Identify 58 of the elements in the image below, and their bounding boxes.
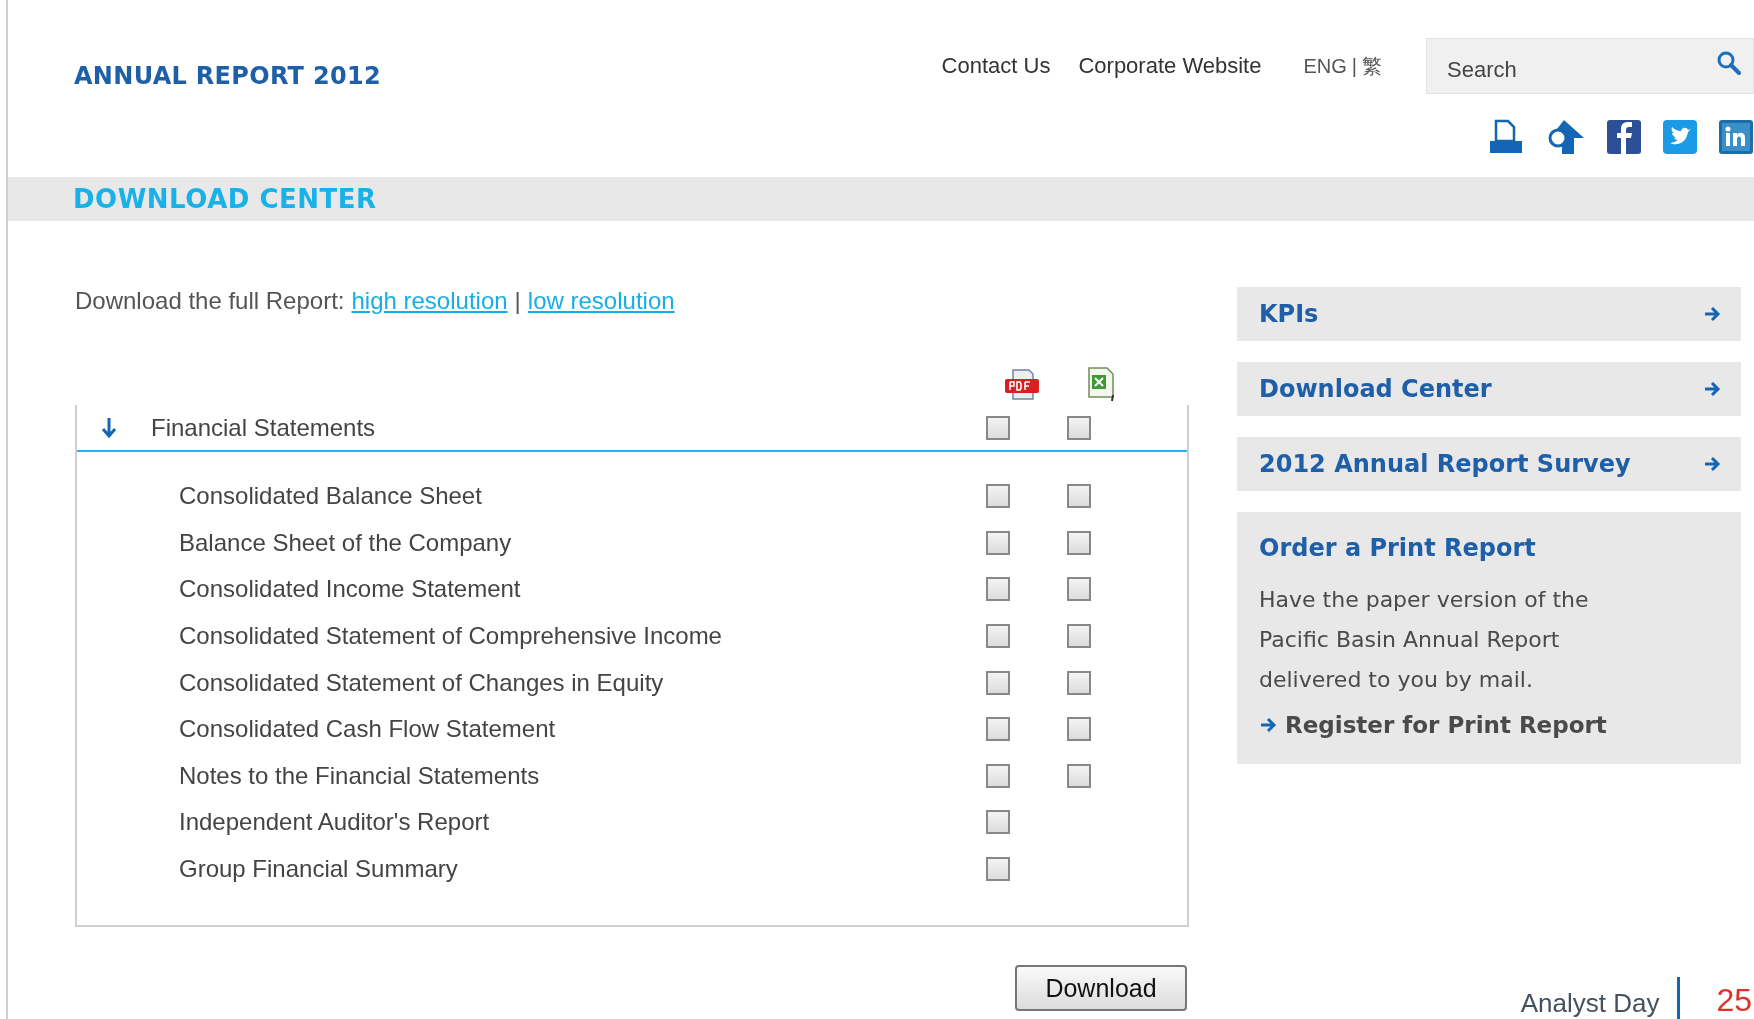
file-label: Group Financial Summary bbox=[179, 855, 459, 884]
excel-checkbox[interactable] bbox=[1066, 670, 1091, 695]
download-label: Download the full Report: bbox=[75, 287, 345, 315]
file-label: Consolidated Income Statement bbox=[179, 575, 522, 604]
link-separator: | bbox=[514, 287, 521, 315]
arrow-icon bbox=[1703, 380, 1721, 398]
pdf-checkbox[interactable] bbox=[985, 624, 1010, 649]
pdf-icon bbox=[1003, 369, 1041, 403]
arrow-icon bbox=[1703, 455, 1721, 473]
search-field[interactable]: Search bbox=[1426, 38, 1754, 94]
page-number: 25 bbox=[1716, 981, 1752, 1019]
linkedin-icon[interactable] bbox=[1718, 119, 1754, 155]
excel-checkbox[interactable] bbox=[1066, 624, 1091, 649]
file-label: Consolidated Statement of Comprehensive Income bbox=[179, 622, 723, 651]
excel-checkbox[interactable] bbox=[1066, 577, 1091, 602]
report-title[interactable]: ANNUAL REPORT 2012 bbox=[74, 62, 381, 177]
section-title: DOWNLOAD CENTER bbox=[73, 184, 377, 214]
group-label: Financial Statements bbox=[151, 413, 377, 442]
sidebar-link[interactable]: Download Center bbox=[1237, 362, 1741, 416]
register-link[interactable]: Register for Print Report bbox=[1285, 712, 1607, 738]
file-label: Consolidated Cash Flow Statement bbox=[179, 715, 557, 744]
language-separator: | bbox=[1351, 54, 1357, 78]
excel-checkbox[interactable] bbox=[1066, 717, 1091, 742]
pdf-checkbox[interactable] bbox=[985, 415, 1010, 440]
arrow-icon bbox=[1703, 305, 1721, 323]
excel-checkbox[interactable] bbox=[1066, 763, 1091, 788]
file-label: Consolidated Balance Sheet bbox=[179, 482, 483, 511]
pdf-checkbox[interactable] bbox=[985, 763, 1010, 788]
order-title[interactable]: Order a Print Report bbox=[1259, 534, 1719, 562]
pdf-checkbox[interactable] bbox=[985, 530, 1010, 555]
footer-label: Analyst Day bbox=[1520, 988, 1660, 1019]
file-label: Consolidated Statement of Changes in Equity bbox=[179, 668, 665, 697]
nav-link[interactable]: Contact Us bbox=[941, 53, 1051, 79]
search-icon[interactable] bbox=[1716, 50, 1742, 76]
pdf-checkbox[interactable] bbox=[985, 670, 1010, 695]
order-description: Have the paper version of the Pacific Basin Annual Report delivered to you by mail. bbox=[1259, 586, 1590, 694]
down-arrow-icon[interactable] bbox=[101, 416, 117, 439]
sidebar-link[interactable]: 2012 Annual Report Survey bbox=[1237, 437, 1741, 491]
pdf-checkbox[interactable] bbox=[985, 810, 1010, 835]
pdf-checkbox[interactable] bbox=[985, 484, 1010, 509]
file-label: Independent Auditor's Report bbox=[179, 808, 491, 837]
pdf-checkbox[interactable] bbox=[985, 857, 1010, 882]
excel-checkbox[interactable] bbox=[1066, 415, 1091, 440]
file-label: Balance Sheet of the Company bbox=[179, 528, 513, 557]
pdf-checkbox[interactable] bbox=[985, 577, 1010, 602]
language-link[interactable]: ENG bbox=[1303, 54, 1347, 78]
arrow-icon bbox=[1259, 716, 1277, 734]
file-label: Notes to the Financial Statements bbox=[179, 761, 541, 790]
language-link[interactable]: 繁 bbox=[1362, 52, 1382, 80]
facebook-icon[interactable] bbox=[1606, 119, 1642, 155]
download-button[interactable]: Download bbox=[1015, 965, 1187, 1011]
twitter-icon[interactable] bbox=[1662, 119, 1698, 155]
sidebar-link[interactable]: KPIs bbox=[1237, 287, 1741, 341]
pdf-checkbox[interactable] bbox=[985, 717, 1010, 742]
print-icon[interactable] bbox=[1488, 119, 1524, 155]
excel-checkbox[interactable] bbox=[1066, 484, 1091, 509]
excel-checkbox[interactable] bbox=[1066, 530, 1091, 555]
nav-link[interactable]: Corporate Website bbox=[1078, 53, 1262, 79]
